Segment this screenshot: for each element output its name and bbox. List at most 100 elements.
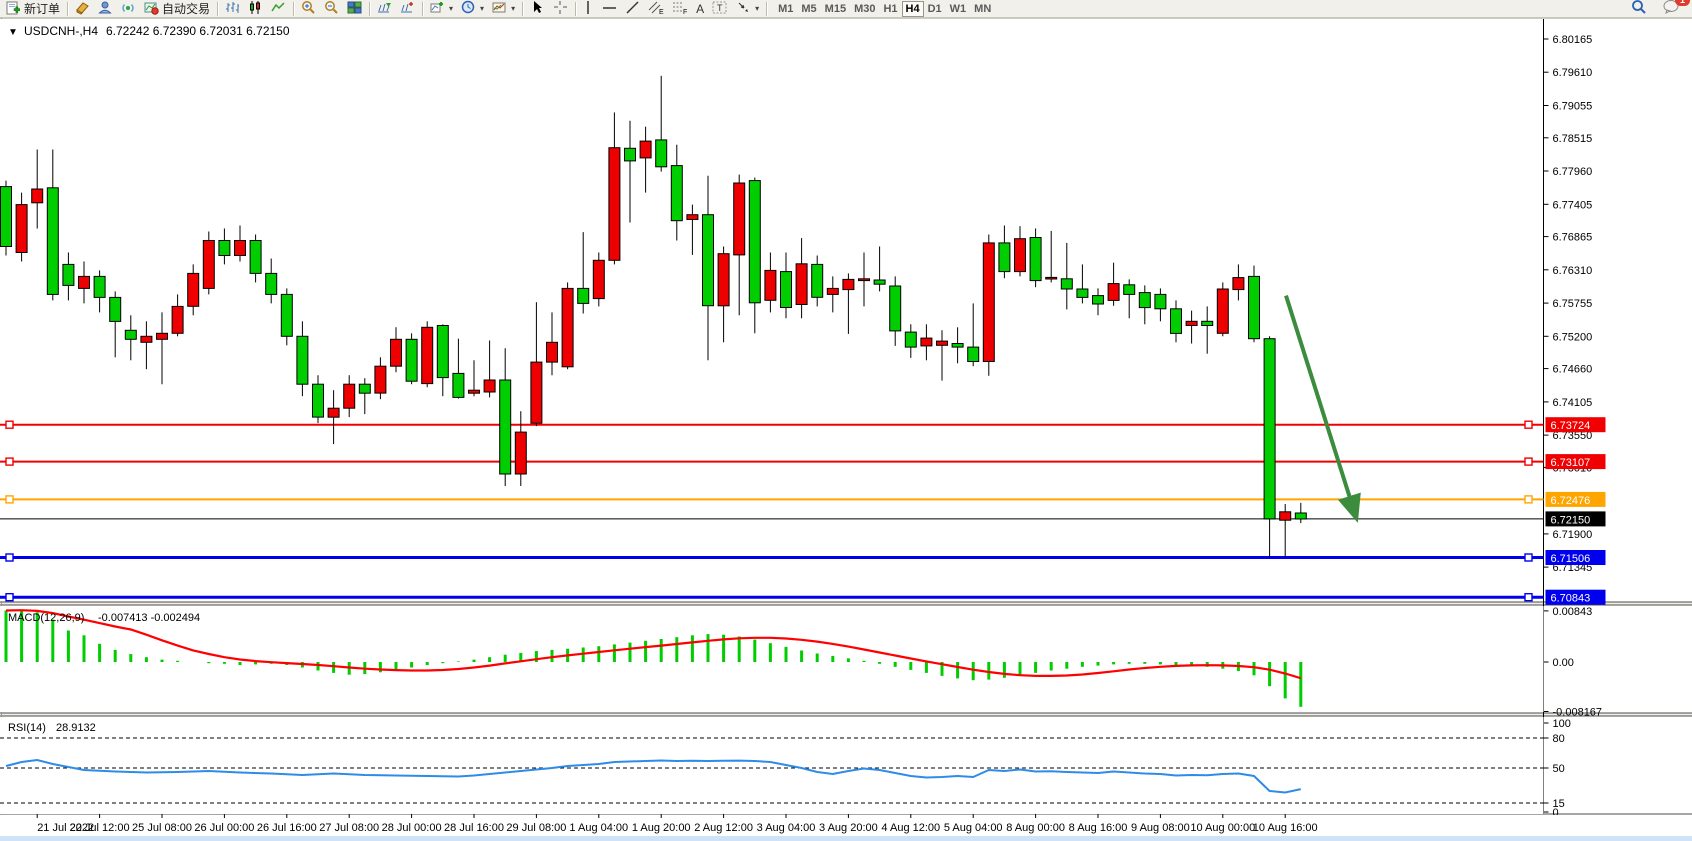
price-tick-label: 6.78515 [1553, 133, 1593, 145]
horizontal-line-tool-button[interactable] [598, 0, 621, 17]
candle [812, 264, 823, 297]
fibonacci-tool-button[interactable]: F [668, 0, 692, 17]
tf-button-d1[interactable]: D1 [924, 1, 946, 17]
time-axis[interactable]: 21 Jul 202222 Jul 12:0025 Jul 08:0026 Ju… [0, 814, 1692, 836]
candle [671, 166, 682, 221]
tf-button-m1[interactable]: M1 [774, 1, 797, 17]
candle [703, 215, 714, 306]
candle [968, 347, 979, 361]
metaeditor-icon [75, 0, 90, 18]
time-tick-label: 1 Aug 20:00 [632, 822, 691, 834]
svg-text:6.71506: 6.71506 [1551, 553, 1591, 565]
rsi-tick-label: 100 [1553, 718, 1571, 730]
svg-text:6.73724: 6.73724 [1551, 420, 1591, 432]
bar-chart-button[interactable] [221, 0, 244, 17]
autotrading-button[interactable]: 自动交易 [140, 0, 214, 17]
zoom-in-button[interactable] [297, 0, 320, 17]
time-tick-label: 10 Aug 00:00 [1190, 822, 1255, 834]
time-tick-label: 28 Jul 16:00 [444, 822, 504, 834]
toolbar: 新订单 自动交易 [0, 0, 1692, 18]
candle [1295, 513, 1306, 519]
bar-chart-icon [225, 0, 240, 18]
candle [656, 140, 667, 167]
candle [313, 384, 324, 417]
timeframe-group: M1M5M15M30H1H4D1W1MN [774, 1, 995, 17]
signals-icon [121, 0, 136, 18]
candle [1108, 284, 1119, 301]
templates-button[interactable]: ▾ [488, 0, 519, 17]
candle [781, 272, 792, 308]
candle [1233, 278, 1244, 290]
rsi-pane[interactable] [0, 717, 1544, 814]
text-tool-button[interactable]: A [692, 0, 708, 17]
candle [32, 189, 43, 203]
candle [999, 243, 1010, 272]
arrows-tool-button[interactable]: ▾ [732, 0, 763, 17]
candle [79, 276, 90, 288]
candle [874, 280, 885, 284]
cursor-tool-button[interactable] [526, 0, 549, 17]
crosshair-tool-button[interactable] [549, 0, 572, 17]
price-tick-label: 6.75755 [1553, 298, 1593, 310]
metaeditor-button[interactable] [71, 0, 94, 17]
candle [219, 241, 230, 256]
line-chart-button[interactable] [267, 0, 290, 17]
new-order-button[interactable]: 新订单 [2, 0, 64, 17]
rsi-tick-label: 80 [1553, 733, 1565, 745]
time-tick-label: 1 Aug 04:00 [569, 822, 628, 834]
candle [843, 279, 854, 289]
auto-scroll-button[interactable] [373, 0, 396, 17]
community-button[interactable] [94, 0, 117, 17]
tf-button-h4[interactable]: H4 [902, 1, 924, 17]
candle [391, 339, 402, 366]
text-tool-icon: A [696, 2, 704, 16]
tf-button-mn[interactable]: MN [970, 1, 995, 17]
separator [522, 2, 523, 16]
signals-button[interactable] [117, 0, 140, 17]
community-profile-icon [98, 0, 113, 18]
channel-tool-button[interactable]: E [644, 0, 668, 17]
tf-button-m15[interactable]: M15 [821, 1, 850, 17]
candle [1124, 285, 1135, 295]
candlestick-chart-icon [248, 0, 263, 18]
chart-plot-area[interactable] [0, 19, 1543, 601]
candle [1264, 339, 1275, 519]
chart-shift-button[interactable] [396, 0, 419, 17]
tf-button-w1[interactable]: W1 [946, 1, 971, 17]
candle [141, 336, 152, 342]
time-tick-label: 29 Jul 08:00 [506, 822, 566, 834]
periods-button[interactable]: ▾ [457, 0, 488, 17]
svg-text:6.72476: 6.72476 [1551, 495, 1591, 507]
price-tick-label: 6.79610 [1553, 67, 1593, 79]
candle [827, 288, 838, 294]
zoom-out-button[interactable] [320, 0, 343, 17]
trendline-tool-button[interactable] [621, 0, 644, 17]
macd-tick-label: 0.00843 [1553, 606, 1593, 618]
candle [1061, 279, 1072, 289]
price-tick-label: 6.79055 [1553, 101, 1593, 113]
label-tool-icon: T [712, 0, 728, 18]
candle [983, 243, 994, 362]
search-button[interactable] [1627, 0, 1651, 17]
vertical-line-tool-button[interactable] [579, 0, 598, 17]
indicators-button[interactable]: ▾ [426, 0, 457, 17]
candlestick-chart-button[interactable] [244, 0, 267, 17]
dropdown-caret-icon: ▾ [755, 4, 759, 13]
notification-count-badge: 1 [1675, 0, 1690, 6]
collapse-arrow-icon[interactable]: ▼ [8, 27, 18, 38]
candle [203, 241, 214, 289]
tf-button-m5[interactable]: M5 [797, 1, 820, 17]
price-tick-label: 6.74660 [1553, 364, 1593, 376]
tf-button-m30[interactable]: M30 [850, 1, 879, 17]
candle [1249, 276, 1260, 338]
candle [890, 286, 901, 331]
tf-button-h1[interactable]: H1 [879, 1, 901, 17]
candle [749, 181, 760, 303]
tile-windows-button[interactable] [343, 0, 366, 17]
time-tick-label: 4 Aug 12:00 [881, 822, 940, 834]
candle [609, 148, 620, 261]
separator [217, 2, 218, 16]
label-tool-button[interactable]: T [708, 0, 732, 17]
macd-pane[interactable] [0, 606, 1544, 712]
candle [796, 264, 807, 305]
